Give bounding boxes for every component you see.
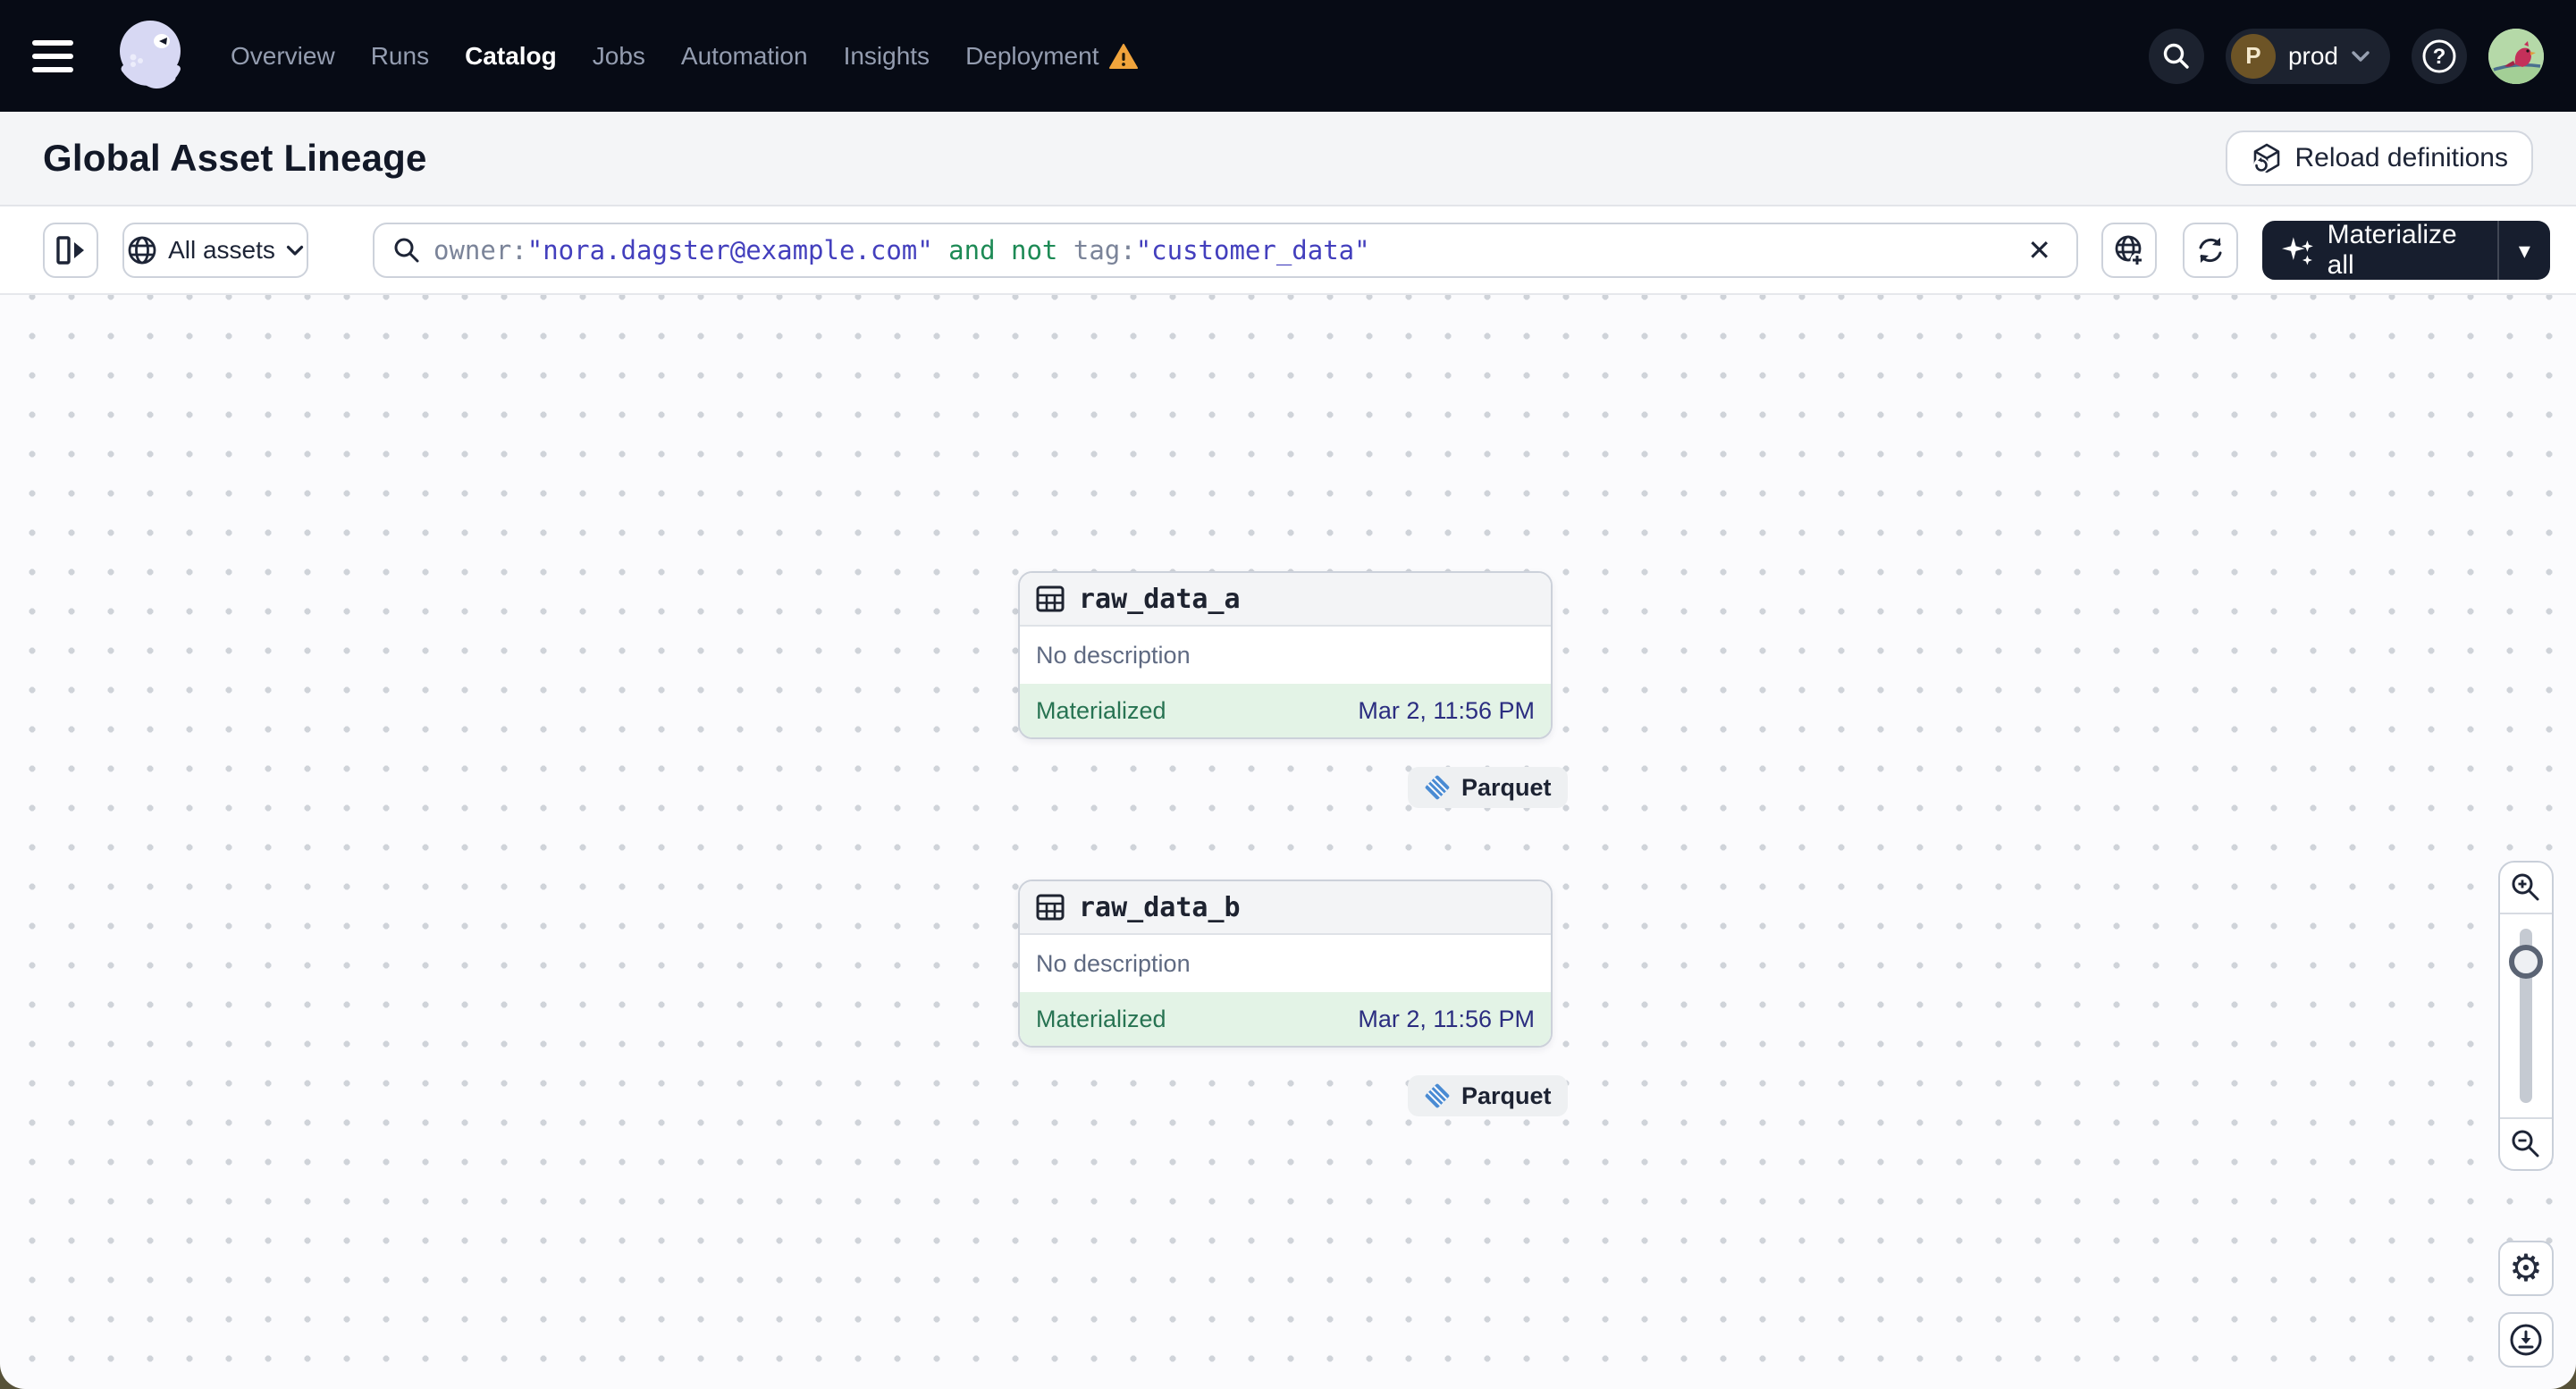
zoom-out-button[interactable] <box>2500 1117 2552 1169</box>
new-scope-button[interactable] <box>2101 223 2157 278</box>
top-nav: Overview Runs Catalog Jobs Automation In… <box>0 0 2576 112</box>
svg-text:?: ? <box>2433 45 2446 69</box>
page-title: Global Asset Lineage <box>43 137 427 179</box>
nav-item-overview[interactable]: Overview <box>231 42 335 71</box>
asset-name: raw_data_b <box>1079 891 1241 923</box>
reload-code-location-icon <box>2253 143 2279 173</box>
sparkles-icon <box>2282 237 2313 265</box>
deployment-switcher[interactable]: P prod <box>2225 28 2390 84</box>
nav-right-cluster: P prod ? <box>2148 28 2544 84</box>
help-button[interactable]: ? <box>2412 28 2467 84</box>
asset-scope-label: All assets <box>168 236 275 264</box>
asset-status-bar: Materialized Mar 2, 11:56 PM <box>1020 684 1551 737</box>
asset-description: No description <box>1036 949 1191 977</box>
chevron-down-icon <box>2352 50 2370 62</box>
materialize-all-split-button: Materialize all ▾ <box>2262 220 2550 280</box>
deployment-initial-badge: P <box>2230 33 2276 79</box>
zoom-slider[interactable] <box>2500 914 2552 1117</box>
user-avatar[interactable] <box>2488 28 2544 84</box>
asset-node-raw-data-a[interactable]: raw_data_a No description Materialized M… <box>1018 571 1553 739</box>
zoom-slider-thumb[interactable] <box>2509 945 2543 979</box>
parquet-icon <box>1425 775 1450 800</box>
parquet-icon <box>1425 1083 1450 1108</box>
zoom-in-icon <box>2512 873 2539 901</box>
status-badge: Materialized <box>1036 1005 1166 1032</box>
materialize-options-caret[interactable]: ▾ <box>2496 221 2550 280</box>
refresh-icon <box>2199 238 2222 263</box>
lineage-canvas[interactable]: raw_data_a No description Materialized M… <box>0 295 2576 1389</box>
asset-name: raw_data_a <box>1079 583 1241 615</box>
refresh-graph-button[interactable] <box>2183 223 2238 278</box>
warning-icon <box>1109 43 1139 69</box>
nav-item-runs[interactable]: Runs <box>371 42 429 71</box>
materialization-timestamp[interactable]: Mar 2, 11:56 PM <box>1358 697 1535 725</box>
filter-query-text: owner:"nora.dagster@example.com" and not… <box>434 235 1370 265</box>
asset-kind-tag-parquet[interactable]: Parquet <box>1408 767 1568 808</box>
dagster-app: Overview Runs Catalog Jobs Automation In… <box>0 0 2576 1389</box>
asset-node-raw-data-b[interactable]: raw_data_b No description Materialized M… <box>1018 880 1553 1048</box>
search-icon <box>2163 43 2189 69</box>
avatar-bird-image <box>2488 28 2544 84</box>
chevron-down-icon <box>286 245 304 256</box>
download-graph-button[interactable] <box>2498 1312 2554 1368</box>
asset-description: No description <box>1036 641 1191 669</box>
asset-node-header: raw_data_a <box>1020 573 1551 627</box>
open-left-panel-button[interactable] <box>43 223 98 278</box>
zoom-in-button[interactable] <box>2500 863 2552 914</box>
download-icon <box>2510 1324 2542 1356</box>
asset-filter-input[interactable]: owner:"nora.dagster@example.com" and not… <box>373 223 2078 278</box>
search-icon <box>394 238 419 263</box>
status-badge: Materialized <box>1036 696 1166 724</box>
materialize-all-label: Materialize all <box>2327 220 2457 280</box>
materialization-timestamp[interactable]: Mar 2, 11:56 PM <box>1358 1006 1535 1033</box>
page-header: Global Asset Lineage Reload definitions <box>0 112 2576 206</box>
reload-definitions-button[interactable]: Reload definitions <box>2225 130 2533 186</box>
globe-icon <box>128 236 156 265</box>
lineage-canvas-wrap: raw_data_a No description Materialized M… <box>0 295 2576 1389</box>
nav-item-catalog[interactable]: Catalog <box>465 42 557 71</box>
deployment-name: prod <box>2287 41 2338 70</box>
help-icon: ? <box>2422 39 2456 72</box>
asset-kind-tag-label: Parquet <box>1461 773 1552 801</box>
asset-node-header: raw_data_b <box>1020 881 1551 935</box>
nav-item-automation[interactable]: Automation <box>681 42 808 71</box>
search-button[interactable] <box>2148 28 2204 84</box>
globe-add-icon <box>2115 235 2144 267</box>
reload-definitions-label: Reload definitions <box>2294 143 2509 173</box>
lineage-toolbar: All assets owner:"nora.dagster@example.c… <box>0 206 2576 295</box>
hamburger-menu-icon[interactable] <box>32 29 88 84</box>
asset-scope-dropdown[interactable]: All assets <box>122 223 308 278</box>
graph-settings-button[interactable]: ⚙ <box>2498 1241 2554 1296</box>
materialize-all-button[interactable]: Materialize all <box>2262 220 2497 280</box>
caret-down-icon: ▾ <box>2518 236 2530 264</box>
table-asset-icon <box>1036 585 1065 612</box>
zoom-control-panel <box>2498 861 2554 1171</box>
nav-item-deployment[interactable]: Deployment <box>965 42 1139 71</box>
asset-status-bar: Materialized Mar 2, 11:56 PM <box>1020 992 1551 1046</box>
table-asset-icon <box>1036 894 1065 921</box>
nav-links: Overview Runs Catalog Jobs Automation In… <box>231 42 1139 71</box>
gear-icon: ⚙ <box>2509 1246 2543 1290</box>
dagster-logo[interactable] <box>105 13 191 99</box>
clear-filter-icon[interactable]: ✕ <box>2020 233 2058 267</box>
expand-panel-icon <box>56 236 84 265</box>
nav-item-insights[interactable]: Insights <box>844 42 930 71</box>
asset-kind-tag-parquet[interactable]: Parquet <box>1408 1075 1568 1116</box>
nav-item-jobs[interactable]: Jobs <box>593 42 645 71</box>
asset-kind-tag-label: Parquet <box>1461 1082 1552 1109</box>
zoom-out-icon <box>2512 1130 2539 1158</box>
